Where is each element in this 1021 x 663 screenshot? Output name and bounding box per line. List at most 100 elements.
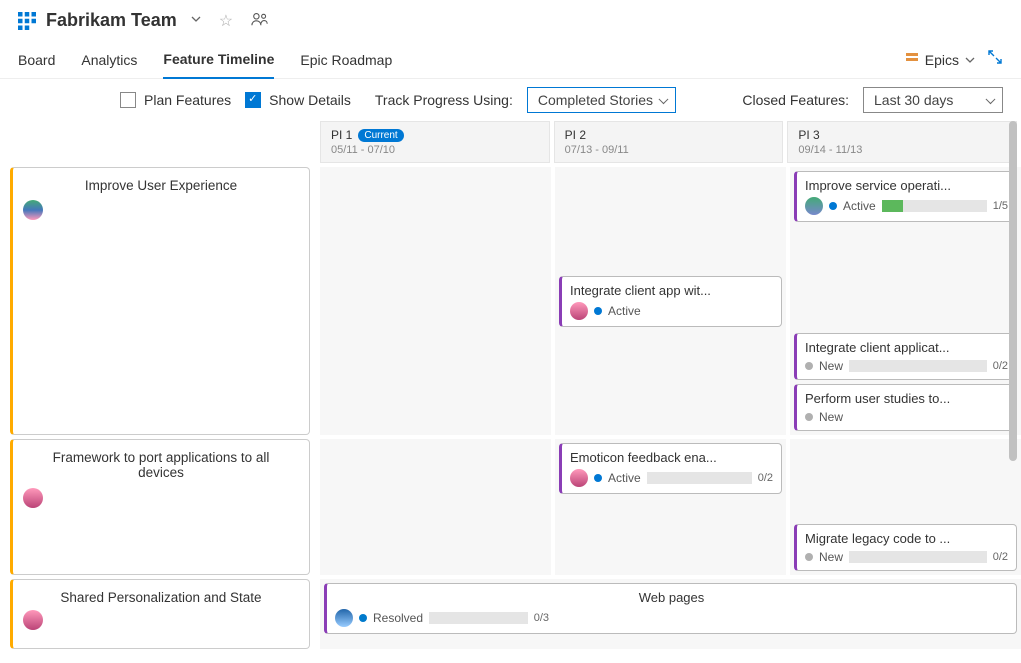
current-badge: Current xyxy=(358,129,403,142)
progress-text: 0/2 xyxy=(993,551,1008,563)
avatar xyxy=(23,610,43,630)
card-title: Improve service operati... xyxy=(805,178,1008,193)
closed-features-label: Closed Features: xyxy=(742,92,849,108)
card-state: Active xyxy=(843,199,876,213)
timeline-lane: Web pages Resolved 0/3 xyxy=(320,579,1021,649)
progress-bar xyxy=(429,612,528,624)
show-details-checkbox[interactable] xyxy=(245,92,261,108)
avatar xyxy=(570,469,588,487)
timeline-lane: Improve service operati... Active 1/5 In… xyxy=(790,167,1021,435)
tab-bar: Board Analytics Feature Timeline Epic Ro… xyxy=(0,41,1021,79)
avatar xyxy=(570,302,588,320)
tab-board[interactable]: Board xyxy=(18,42,55,78)
progress-bar xyxy=(849,551,987,563)
state-dot-icon xyxy=(805,362,813,370)
column-header[interactable]: PI 2 07/13 - 09/11 xyxy=(554,121,784,163)
team-name[interactable]: Fabrikam Team xyxy=(46,10,177,31)
epic-row: Framework to port applications to all de… xyxy=(10,439,1021,575)
backlog-icon xyxy=(18,12,36,30)
epic-card[interactable]: Improve User Experience xyxy=(10,167,310,435)
card-state: New xyxy=(819,550,843,564)
card-title: Web pages xyxy=(335,590,1008,605)
feature-card[interactable]: Web pages Resolved 0/3 xyxy=(324,583,1017,634)
scrollbar-thumb[interactable] xyxy=(1009,121,1017,461)
track-progress-select[interactable]: Completed Stories xyxy=(527,87,676,113)
epic-title: Shared Personalization and State xyxy=(23,590,299,605)
feature-card[interactable]: Integrate client app wit... Active xyxy=(559,276,782,327)
track-progress-label: Track Progress Using: xyxy=(375,92,513,108)
progress-bar xyxy=(882,200,987,212)
feature-card[interactable]: Integrate client applicat... New 0/2 xyxy=(794,333,1017,380)
feature-card[interactable]: Perform user studies to... New xyxy=(794,384,1017,431)
feature-card[interactable]: Emoticon feedback ena... Active 0/2 xyxy=(559,443,782,494)
people-icon[interactable] xyxy=(247,11,273,31)
epic-card[interactable]: Framework to port applications to all de… xyxy=(10,439,310,575)
timeline-lane: Migrate legacy code to ... New 0/2 xyxy=(790,439,1021,575)
card-state: Active xyxy=(608,471,641,485)
epics-dropdown[interactable]: Epics xyxy=(905,51,975,68)
feature-card[interactable]: Migrate legacy code to ... New 0/2 xyxy=(794,524,1017,571)
state-dot-icon xyxy=(359,614,367,622)
closed-features-select[interactable]: Last 30 days xyxy=(863,87,1003,113)
chevron-down-icon[interactable] xyxy=(187,14,205,27)
state-dot-icon xyxy=(829,202,837,210)
chevron-down-icon xyxy=(965,52,975,68)
vertical-scrollbar[interactable] xyxy=(1009,121,1017,654)
card-state: New xyxy=(819,359,843,373)
progress-bar xyxy=(647,472,752,484)
card-title: Integrate client applicat... xyxy=(805,340,1008,355)
progress-text: 0/3 xyxy=(534,612,549,624)
filter-bar: Plan Features Show Details Track Progres… xyxy=(0,79,1021,121)
progress-text: 1/5 xyxy=(993,200,1008,212)
fullscreen-icon[interactable] xyxy=(987,49,1003,70)
column-header[interactable]: PI 1 Current 05/11 - 07/10 xyxy=(320,121,550,163)
column-dates: 05/11 - 07/10 xyxy=(331,144,539,156)
star-icon[interactable]: ☆ xyxy=(215,11,237,31)
tab-epic-roadmap[interactable]: Epic Roadmap xyxy=(300,42,392,78)
plan-features-label: Plan Features xyxy=(144,92,231,108)
column-headers: PI 1 Current 05/11 - 07/10 PI 2 07/13 - … xyxy=(320,121,1021,163)
timeline-lane xyxy=(320,439,551,575)
avatar xyxy=(23,200,43,220)
card-title: Emoticon feedback ena... xyxy=(570,450,773,465)
show-details-label: Show Details xyxy=(269,92,351,108)
epic-row: Improve User Experience Integrate client… xyxy=(10,167,1021,435)
column-name: PI 2 xyxy=(565,128,586,142)
tab-analytics[interactable]: Analytics xyxy=(81,42,137,78)
card-state: New xyxy=(819,410,843,424)
avatar xyxy=(335,609,353,627)
state-dot-icon xyxy=(594,307,602,315)
card-title: Migrate legacy code to ... xyxy=(805,531,1008,546)
state-dot-icon xyxy=(594,474,602,482)
plan-features-checkbox[interactable] xyxy=(120,92,136,108)
card-state: Active xyxy=(608,304,641,318)
epic-card[interactable]: Shared Personalization and State xyxy=(10,579,310,649)
tab-feature-timeline[interactable]: Feature Timeline xyxy=(163,41,274,79)
column-dates: 07/13 - 09/11 xyxy=(565,144,773,156)
card-title: Perform user studies to... xyxy=(805,391,1008,406)
progress-text: 0/2 xyxy=(758,472,773,484)
column-name: PI 1 xyxy=(331,128,352,142)
state-dot-icon xyxy=(805,553,813,561)
progress-text: 0/2 xyxy=(993,360,1008,372)
timeline-lane: Emoticon feedback ena... Active 0/2 xyxy=(555,439,786,575)
timeline-lane xyxy=(320,167,551,435)
epic-row: Shared Personalization and State Web pag… xyxy=(10,579,1021,649)
column-name: PI 3 xyxy=(798,128,819,142)
epics-icon xyxy=(905,51,919,68)
epic-title: Improve User Experience xyxy=(23,178,299,193)
avatar xyxy=(805,197,823,215)
card-title: Integrate client app wit... xyxy=(570,283,773,298)
timeline-lane: Integrate client app wit... Active xyxy=(555,167,786,435)
epics-label: Epics xyxy=(925,52,959,68)
column-dates: 09/14 - 11/13 xyxy=(798,144,1006,156)
epic-title: Framework to port applications to all de… xyxy=(23,450,299,480)
feature-card[interactable]: Improve service operati... Active 1/5 xyxy=(794,171,1017,222)
page-header: Fabrikam Team ☆ xyxy=(0,0,1021,41)
avatar xyxy=(23,488,43,508)
state-dot-icon xyxy=(805,413,813,421)
progress-bar xyxy=(849,360,987,372)
card-state: Resolved xyxy=(373,611,423,625)
timeline-board: PI 1 Current 05/11 - 07/10 PI 2 07/13 - … xyxy=(0,121,1021,654)
column-header[interactable]: PI 3 09/14 - 11/13 xyxy=(787,121,1017,163)
